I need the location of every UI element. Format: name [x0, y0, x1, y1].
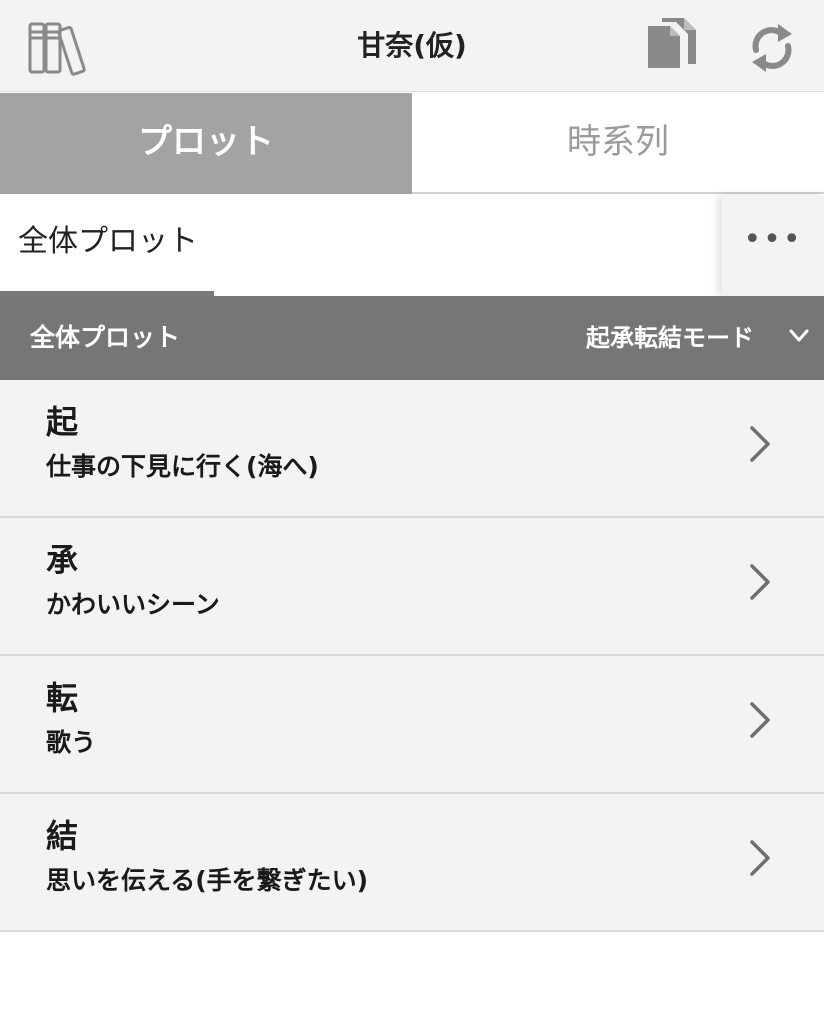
- chevron-right-icon: [750, 702, 770, 738]
- chevron-right-icon: [750, 840, 770, 876]
- plot-subtabs: 全体プロット •••: [0, 195, 824, 296]
- books-icon[interactable]: [26, 18, 92, 76]
- section-title: 全体プロット: [30, 323, 181, 352]
- chevron-right-icon: [750, 426, 770, 462]
- plot-list: 起 仕事の下見に行く(海へ) 承 かわいいシーン 転 歌う 結 思いを伝える(手…: [0, 380, 824, 932]
- project-title: 甘奈(仮): [357, 29, 467, 62]
- copy-documents-icon[interactable]: [644, 16, 700, 78]
- sync-icon[interactable]: [748, 20, 796, 76]
- section-header: 全体プロット 起承転結モード: [0, 296, 824, 380]
- app-header: 甘奈(仮): [0, 0, 824, 92]
- plot-item-ki[interactable]: 起 仕事の下見に行く(海へ): [0, 380, 824, 518]
- plot-item-description: 思いを伝える(手を繋ぎたい): [46, 866, 369, 895]
- plot-item-label: 起: [46, 403, 79, 441]
- plot-item-label: 承: [46, 541, 79, 579]
- tab-timeline[interactable]: 時系列: [412, 93, 824, 194]
- more-dots-icon: •••: [743, 222, 803, 257]
- subtab-overall-plot[interactable]: 全体プロット: [0, 195, 722, 296]
- more-options-button[interactable]: •••: [722, 195, 824, 296]
- plot-item-description: 仕事の下見に行く(海へ): [46, 452, 319, 481]
- plot-item-label: 転: [46, 679, 79, 717]
- main-tabs: プロット 時系列: [0, 93, 824, 194]
- plot-item-description: かわいいシーン: [46, 590, 220, 619]
- plot-item-ten[interactable]: 転 歌う: [0, 656, 824, 794]
- chevron-down-icon: [789, 329, 809, 342]
- mode-label: 起承転結モード: [586, 324, 754, 352]
- plot-item-description: 歌う: [46, 728, 97, 757]
- plot-item-sho[interactable]: 承 かわいいシーン: [0, 518, 824, 656]
- chevron-right-icon: [750, 564, 770, 600]
- plot-item-label: 結: [46, 817, 79, 855]
- plot-item-ketsu[interactable]: 結 思いを伝える(手を繋ぎたい): [0, 794, 824, 932]
- tab-plot[interactable]: プロット: [0, 93, 412, 194]
